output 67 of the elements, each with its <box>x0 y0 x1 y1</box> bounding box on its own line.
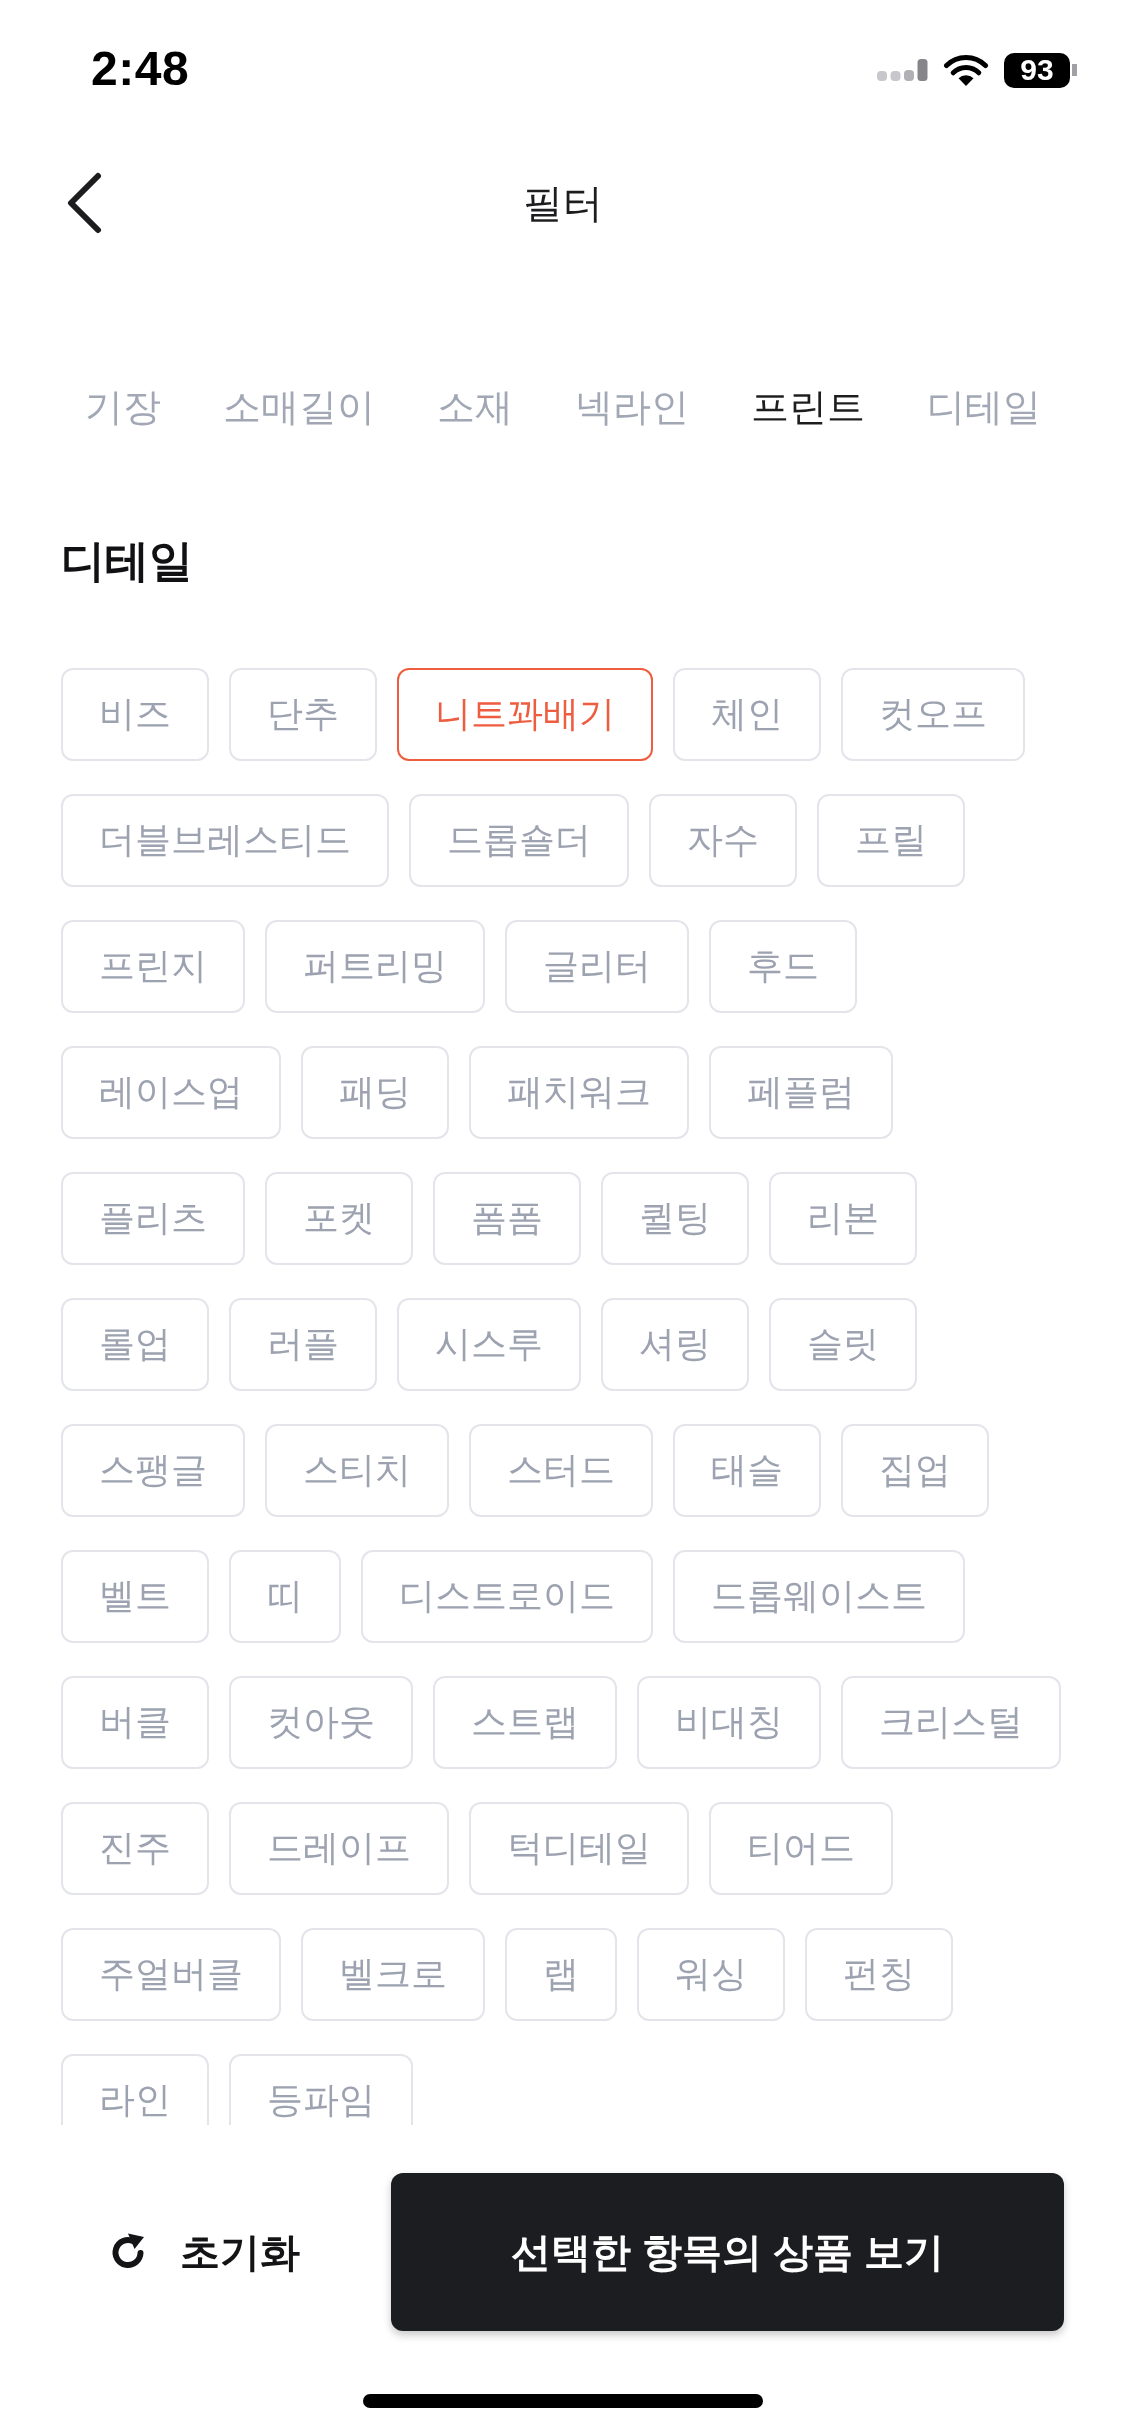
filter-chip[interactable]: 컷아웃 <box>229 1676 413 1769</box>
filter-chip[interactable]: 드레이프 <box>229 1802 449 1895</box>
filter-chip[interactable]: 스팽글 <box>61 1424 245 1517</box>
page-title: 필터 <box>522 179 603 227</box>
filter-chip[interactable]: 자수 <box>649 794 797 887</box>
category-tab[interactable]: 프린트 <box>751 377 865 437</box>
filter-chip[interactable]: 크리스털 <box>841 1676 1061 1769</box>
filter-chip[interactable]: 컷오프 <box>841 668 1025 761</box>
filter-chip[interactable]: 집업 <box>841 1424 989 1517</box>
filter-chip[interactable]: 셔링 <box>601 1298 749 1391</box>
filter-chip[interactable]: 진주 <box>61 1802 209 1895</box>
filter-chip[interactable]: 시스루 <box>397 1298 581 1391</box>
filter-chip[interactable]: 더블브레스티드 <box>61 794 389 887</box>
filter-chip[interactable]: 니트꽈배기 <box>397 668 653 761</box>
filter-chip[interactable]: 프릴 <box>817 794 965 887</box>
filter-chip[interactable]: 단추 <box>229 668 377 761</box>
filter-chip[interactable]: 플리츠 <box>61 1172 245 1265</box>
filter-chip[interactable]: 프린지 <box>61 920 245 1013</box>
filter-chip[interactable]: 포켓 <box>265 1172 413 1265</box>
filter-chip[interactable]: 글리터 <box>505 920 689 1013</box>
category-tab[interactable]: 소재 <box>437 377 513 437</box>
reset-button[interactable]: 초기화 <box>109 2224 300 2280</box>
section-heading: 디테일 <box>61 535 193 587</box>
filter-chip[interactable]: 펀칭 <box>805 1928 953 2021</box>
filter-chip[interactable]: 리본 <box>769 1172 917 1265</box>
filter-chip[interactable]: 롤업 <box>61 1298 209 1391</box>
filter-chip[interactable]: 드롭웨이스트 <box>673 1550 965 1643</box>
filter-chip[interactable]: 버클 <box>61 1676 209 1769</box>
filter-chip[interactable]: 띠 <box>229 1550 341 1643</box>
view-products-button[interactable]: 선택한 항목의 상품 보기 <box>391 2173 1064 2331</box>
filter-chip[interactable]: 러플 <box>229 1298 377 1391</box>
status-time: 2:48 <box>91 40 190 96</box>
category-tab[interactable]: 소매길이 <box>223 377 375 437</box>
filter-chip[interactable]: 페플럼 <box>709 1046 893 1139</box>
filter-chip[interactable]: 등파임 <box>229 2054 413 2125</box>
wifi-icon <box>943 53 989 87</box>
filter-chip[interactable]: 비즈 <box>61 668 209 761</box>
filter-chip[interactable]: 퀼팅 <box>601 1172 749 1265</box>
filter-chip[interactable]: 랩 <box>505 1928 617 2021</box>
category-tab[interactable]: 넥라인 <box>575 377 689 437</box>
filter-chip[interactable]: 체인 <box>673 668 821 761</box>
filter-chip[interactable]: 주얼버클 <box>61 1928 281 2021</box>
filter-chip[interactable]: 라인 <box>61 2054 209 2125</box>
filter-chip[interactable]: 벨크로 <box>301 1928 485 2021</box>
filter-chip[interactable]: 퍼트리밍 <box>265 920 485 1013</box>
signal-icon <box>877 58 928 82</box>
filter-chip[interactable]: 폼폼 <box>433 1172 581 1265</box>
filter-chip[interactable]: 디스트로이드 <box>361 1550 653 1643</box>
filter-chip[interactable]: 드롭숄더 <box>409 794 629 887</box>
chevron-left-icon <box>65 172 103 234</box>
filter-chip[interactable]: 워싱 <box>637 1928 785 2021</box>
filter-chip[interactable]: 슬릿 <box>769 1298 917 1391</box>
battery-percentage: 93 <box>1004 52 1070 88</box>
filter-chip[interactable]: 비대칭 <box>637 1676 821 1769</box>
filter-chip[interactable]: 패딩 <box>301 1046 449 1139</box>
filter-chip[interactable]: 티어드 <box>709 1802 893 1895</box>
filter-chip[interactable]: 태슬 <box>673 1424 821 1517</box>
filter-chip[interactable]: 스티치 <box>265 1424 449 1517</box>
filter-chip[interactable]: 스트랩 <box>433 1676 617 1769</box>
filter-chip[interactable]: 레이스업 <box>61 1046 281 1139</box>
filter-chip[interactable]: 스터드 <box>469 1424 653 1517</box>
filter-chip[interactable]: 턱디테일 <box>469 1802 689 1895</box>
category-tab[interactable]: 디테일 <box>927 377 1041 437</box>
category-tab[interactable]: 기장 <box>85 377 161 437</box>
filter-chip[interactable]: 후드 <box>709 920 857 1013</box>
filter-chip[interactable]: 패치워크 <box>469 1046 689 1139</box>
filter-chip[interactable]: 벨트 <box>61 1550 209 1643</box>
